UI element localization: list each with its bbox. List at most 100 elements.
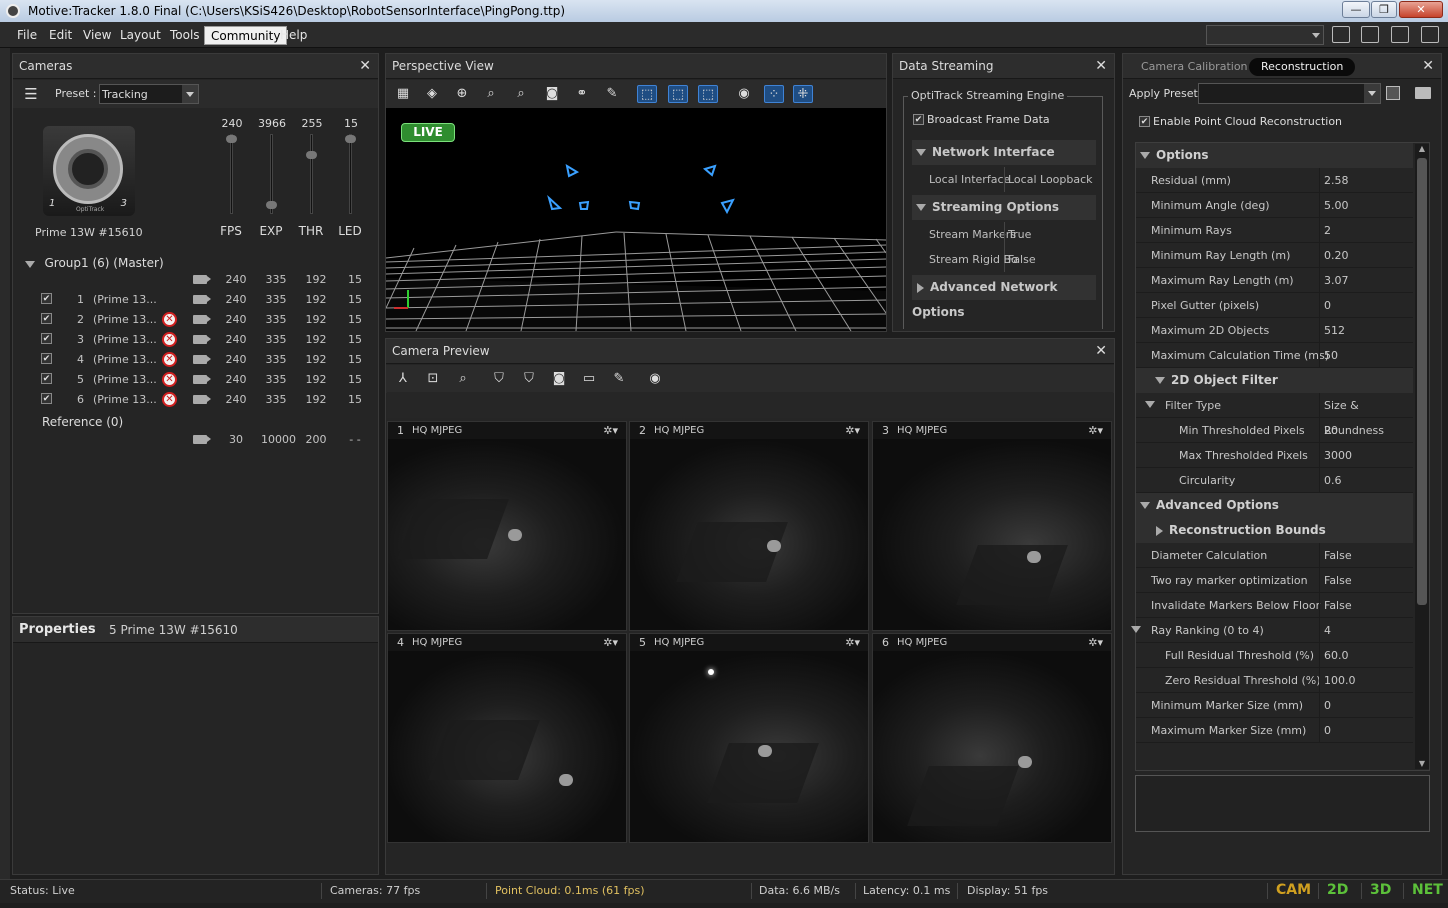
- menu-layout[interactable]: Layout: [114, 26, 167, 45]
- minimize-button[interactable]: —: [1342, 1, 1370, 18]
- axes-icon[interactable]: ⅄: [393, 370, 413, 388]
- local-interface-value[interactable]: Local Loopback: [1008, 167, 1093, 192]
- camera-preview-tile[interactable]: 6 HQ MJPEG ✲▾: [872, 633, 1112, 843]
- edit-layout-icon[interactable]: [1421, 26, 1439, 43]
- camera-row[interactable]: ✔ 3 (Prime 13... ✕ 240 335 192 15: [27, 330, 367, 350]
- graph-icon[interactable]: ⚭: [572, 85, 592, 103]
- gear-icon[interactable]: ✲▾: [845, 634, 860, 651]
- gear-icon[interactable]: ✲▾: [845, 422, 860, 439]
- record-icon[interactable]: ◙: [549, 370, 569, 388]
- fps-slider[interactable]: [226, 134, 237, 214]
- stream-rigid-value[interactable]: False: [1008, 247, 1036, 272]
- layout-camera-icon[interactable]: [1391, 26, 1409, 43]
- gear-icon[interactable]: ✲▾: [603, 634, 618, 651]
- property-value[interactable]: 100.0: [1319, 668, 1413, 692]
- property-value[interactable]: False: [1319, 593, 1413, 617]
- property-row[interactable]: Max Thresholded Pixels 3000: [1136, 443, 1413, 468]
- scrollbar-track[interactable]: ▲ ▼: [1415, 144, 1429, 769]
- exp-slider-thumb[interactable]: [266, 201, 277, 209]
- video-camera-icon[interactable]: [193, 335, 211, 344]
- property-value[interactable]: 20: [1319, 418, 1413, 442]
- property-value[interactable]: 0: [1319, 293, 1413, 317]
- zoom-all-icon[interactable]: ⌕: [511, 85, 531, 103]
- property-row[interactable]: Minimum Ray Length (m) 0.20: [1136, 243, 1413, 268]
- error-icon[interactable]: ✕: [162, 352, 177, 367]
- property-value[interactable]: 2.58: [1319, 168, 1413, 192]
- error-icon[interactable]: ✕: [162, 372, 177, 387]
- property-row[interactable]: Diameter Calculation False: [1136, 543, 1413, 568]
- error-icon[interactable]: ✕: [162, 332, 177, 347]
- menu-tools[interactable]: Tools: [164, 26, 206, 45]
- property-value[interactable]: False: [1319, 568, 1413, 592]
- video-camera-icon[interactable]: [193, 295, 211, 304]
- gear-icon[interactable]: ✲▾: [1088, 422, 1103, 439]
- enable-reconstruction-checkbox[interactable]: ✔: [1139, 116, 1150, 127]
- restore-button[interactable]: ❐: [1371, 1, 1397, 18]
- property-row[interactable]: Two ray marker optimization False: [1136, 568, 1413, 593]
- property-value[interactable]: False: [1319, 543, 1413, 567]
- close-window-button[interactable]: ✕: [1399, 1, 1443, 18]
- select-marker-icon[interactable]: ⬚: [637, 85, 657, 103]
- led-slider[interactable]: [345, 134, 356, 214]
- property-row[interactable]: Invalidate Markers Below Floor False: [1136, 593, 1413, 618]
- menu-file[interactable]: File: [11, 26, 43, 45]
- property-row[interactable]: Circularity 0.6: [1136, 468, 1413, 493]
- select-rigid-icon[interactable]: ⬚: [698, 85, 718, 103]
- zoom-selected-icon[interactable]: ⌕: [481, 85, 501, 103]
- scroll-up-icon[interactable]: ▲: [1417, 144, 1427, 154]
- property-value[interactable]: 3000: [1319, 443, 1413, 467]
- pencil-icon[interactable]: ✎: [609, 370, 629, 388]
- zoom-icon[interactable]: ⌕: [453, 370, 473, 388]
- scrollbar-thumb[interactable]: [1417, 158, 1427, 605]
- cluster-icon[interactable]: ⁜: [793, 85, 813, 103]
- property-row[interactable]: Filter Type Size & Roundness: [1136, 393, 1413, 437]
- error-icon[interactable]: ✕: [162, 392, 177, 407]
- error-icon[interactable]: ✕: [162, 312, 177, 327]
- camera-enabled-checkbox[interactable]: ✔: [41, 333, 52, 344]
- property-row[interactable]: Minimum Rays 2: [1136, 218, 1413, 243]
- property-row[interactable]: Maximum Calculation Time (ms) 50: [1136, 343, 1413, 368]
- layout-dropdown[interactable]: [1206, 25, 1324, 45]
- gear-icon[interactable]: ✲▾: [1088, 634, 1103, 651]
- list-icon[interactable]: ☰: [21, 85, 41, 103]
- options-section[interactable]: Options: [1136, 143, 1413, 168]
- menu-view[interactable]: View: [77, 26, 117, 45]
- property-value[interactable]: 0.20: [1319, 243, 1413, 267]
- close-icon[interactable]: ✕: [1095, 54, 1107, 79]
- camera-preview-tile[interactable]: 4 HQ MJPEG ✲▾: [387, 633, 627, 843]
- camera-preview-tile[interactable]: 1 HQ MJPEG ✲▾: [387, 421, 627, 631]
- video-camera-icon[interactable]: [193, 315, 211, 324]
- property-value[interactable]: 3.07: [1319, 268, 1413, 292]
- reference-label[interactable]: Reference (0): [42, 415, 123, 429]
- camera-preview-tile[interactable]: 2 HQ MJPEG ✲▾: [629, 421, 869, 631]
- zoom-fit-icon[interactable]: ⊡: [423, 370, 443, 388]
- cube-icon[interactable]: ◈: [422, 85, 442, 103]
- camera-enabled-checkbox[interactable]: ✔: [41, 313, 52, 324]
- close-icon[interactable]: ✕: [1095, 339, 1107, 364]
- property-value[interactable]: 2: [1319, 218, 1413, 242]
- advanced-network-section[interactable]: Advanced Network Options: [912, 275, 1096, 319]
- property-value[interactable]: 0: [1319, 693, 1413, 717]
- grid-icon[interactable]: ▦: [393, 85, 413, 103]
- property-row[interactable]: Maximum Ray Length (m) 3.07: [1136, 268, 1413, 293]
- camera-row[interactable]: ✔ 2 (Prime 13... ✕ 240 335 192 15: [27, 310, 367, 330]
- close-icon[interactable]: ✕: [1422, 54, 1434, 79]
- camera-enabled-checkbox[interactable]: ✔: [41, 353, 52, 364]
- broadcast-checkbox[interactable]: ✔: [913, 114, 924, 125]
- property-row[interactable]: Ray Ranking (0 to 4) 4: [1131, 618, 1413, 643]
- camera-enabled-checkbox[interactable]: ✔: [41, 293, 52, 304]
- tab-reconstruction[interactable]: Reconstruction: [1249, 58, 1356, 76]
- property-row[interactable]: Residual (mm) 2.58: [1136, 168, 1413, 193]
- apply-preset-dropdown[interactable]: [1198, 83, 1381, 104]
- reconstruction-bounds-section[interactable]: Reconstruction Bounds: [1136, 518, 1413, 543]
- layout-icon[interactable]: [1332, 26, 1350, 43]
- stream-markers-value[interactable]: True: [1008, 222, 1031, 247]
- markers-icon[interactable]: ⁘: [764, 85, 784, 103]
- video-camera-icon[interactable]: [193, 375, 211, 384]
- tab-camera-calibration[interactable]: Camera Calibration: [1141, 60, 1248, 73]
- property-value[interactable]: 60.0: [1319, 643, 1413, 667]
- property-row[interactable]: Maximum 2D Objects 512: [1136, 318, 1413, 343]
- property-row[interactable]: Minimum Marker Size (mm) 0: [1136, 693, 1413, 718]
- property-row[interactable]: Maximum Marker Size (mm) 0: [1136, 718, 1413, 743]
- eye-icon[interactable]: ◉: [645, 370, 665, 388]
